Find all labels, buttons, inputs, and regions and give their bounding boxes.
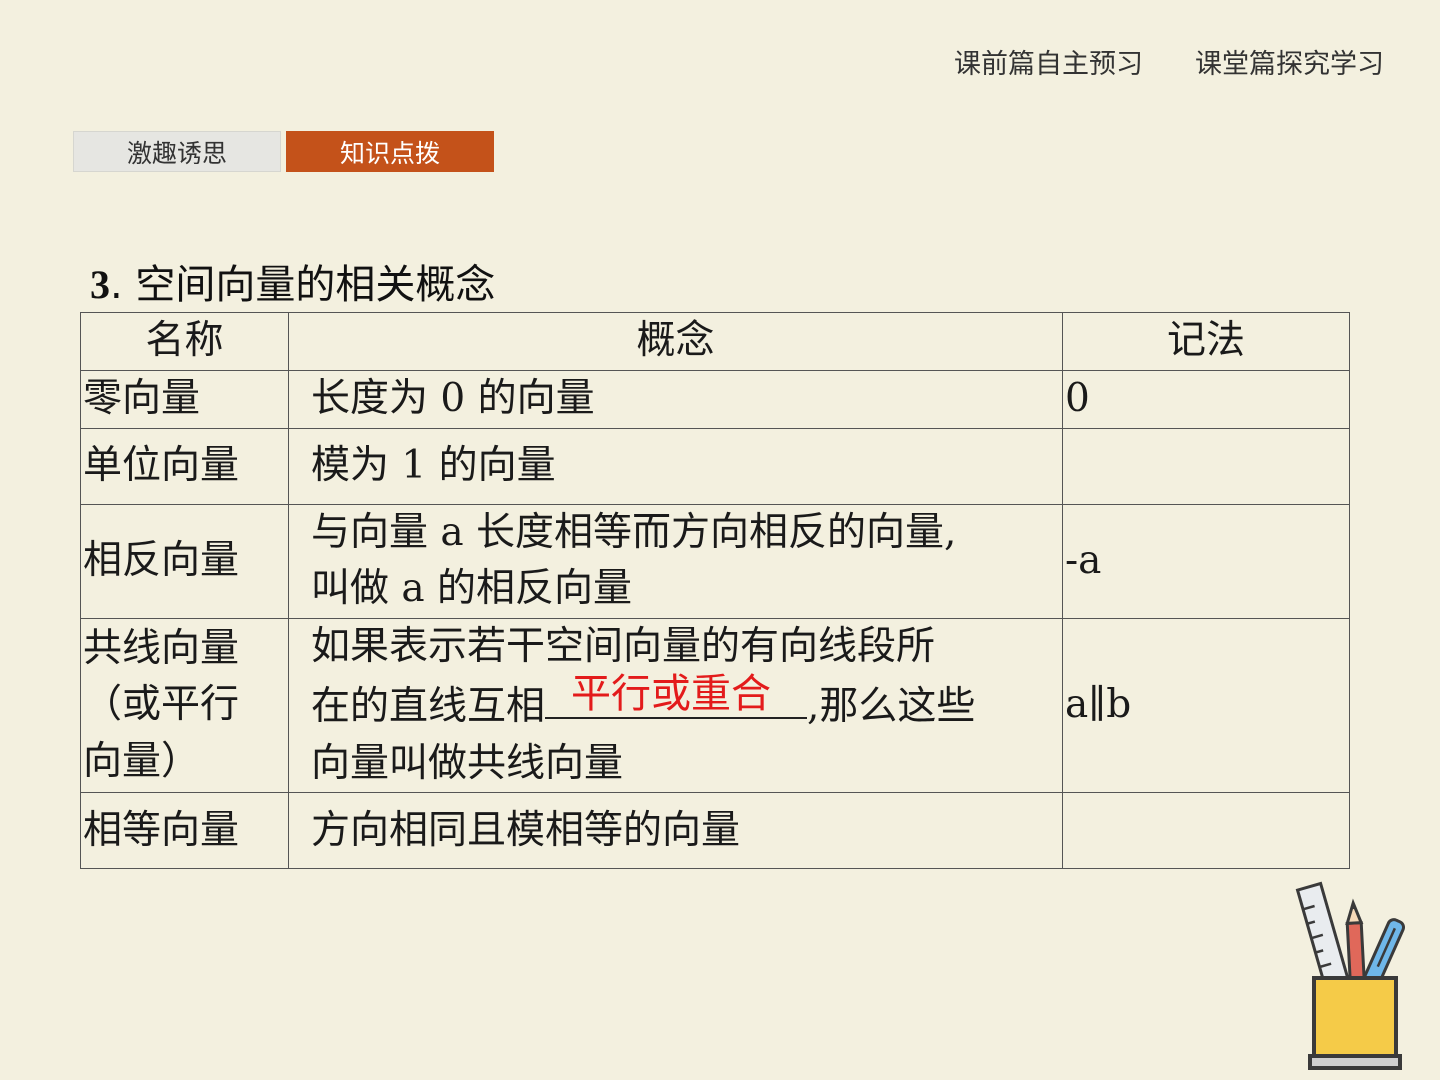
nav-preview-link[interactable]: 课前篇自主预习 — [954, 42, 1143, 81]
definition-line: 与向量 a 长度相等而方向相反的向量, — [311, 509, 957, 555]
row-notation — [1062, 427, 1350, 505]
header-name: 名称 — [80, 312, 289, 371]
top-nav: 课前篇自主预习 课堂篇探究学习 — [954, 42, 1384, 81]
tab-bar: 激趣诱思 知识点拨 — [73, 131, 494, 172]
tab-knowledge[interactable]: 知识点拨 — [286, 131, 494, 172]
definition-text: 在的直线互相 — [311, 684, 546, 730]
row-name: 共线向量 （或平行 向量） — [80, 617, 289, 794]
table-row: 相等向量 方向相同且模相等的向量 — [80, 792, 1350, 870]
table-row: 零向量 长度为 0 的向量 0 — [80, 369, 1350, 429]
table-row: 共线向量 （或平行 向量） 如果表示若干空间向量的有向线段所 在的直线互相 平行或… — [80, 617, 1350, 794]
row-definition: 长度为 0 的向量 — [288, 369, 1063, 429]
row-definition: 方向相同且模相等的向量 — [288, 792, 1063, 870]
row-name: 零向量 — [80, 369, 289, 429]
blank-answer: 平行或重合 — [571, 671, 772, 718]
section-title-text: . 空间向量的相关概念 — [110, 262, 496, 308]
name-line: 向量） — [83, 738, 201, 784]
fill-in-blank: 平行或重合 — [545, 671, 808, 720]
pencil-cup-icon — [1295, 881, 1406, 1070]
row-name: 单位向量 — [80, 427, 289, 505]
section-title: 3. 空间向量的相关概念 — [90, 252, 495, 310]
header-notation: 记法 — [1062, 312, 1350, 371]
row-definition: 与向量 a 长度相等而方向相反的向量, 叫做 a 的相反向量 — [288, 503, 1063, 619]
definition-line: 叫做 a 的相反向量 — [311, 566, 633, 612]
section-number: 3 — [90, 262, 110, 307]
table-row: 单位向量 模为 1 的向量 — [80, 427, 1350, 505]
row-notation: a∥b — [1062, 617, 1350, 794]
concepts-table: 名称 概念 记法 零向量 长度为 0 的向量 0 单位向量 模为 1 的向量 相… — [80, 312, 1350, 870]
row-notation — [1062, 792, 1350, 870]
tab-inspire[interactable]: 激趣诱思 — [73, 131, 281, 172]
row-definition: 如果表示若干空间向量的有向线段所 在的直线互相 平行或重合 ,那么这些 向量叫做共线… — [288, 617, 1063, 794]
table-header-row: 名称 概念 记法 — [80, 312, 1350, 371]
row-notation: 0 — [1062, 369, 1350, 429]
name-line: 共线向量 — [83, 625, 240, 671]
definition-line: 向量叫做共线向量 — [311, 740, 624, 786]
definition-text: ,那么这些 — [807, 684, 976, 730]
row-name: 相等向量 — [80, 792, 289, 870]
definition-line: 在的直线互相 平行或重合 ,那么这些 — [311, 671, 1040, 736]
row-name: 相反向量 — [80, 503, 289, 619]
header-concept: 概念 — [288, 312, 1063, 371]
row-definition: 模为 1 的向量 — [288, 427, 1063, 505]
nav-explore-link[interactable]: 课堂篇探究学习 — [1195, 42, 1384, 81]
name-line: （或平行 — [83, 682, 240, 728]
row-notation: -a — [1062, 503, 1350, 619]
table-row: 相反向量 与向量 a 长度相等而方向相反的向量, 叫做 a 的相反向量 -a — [80, 503, 1350, 619]
